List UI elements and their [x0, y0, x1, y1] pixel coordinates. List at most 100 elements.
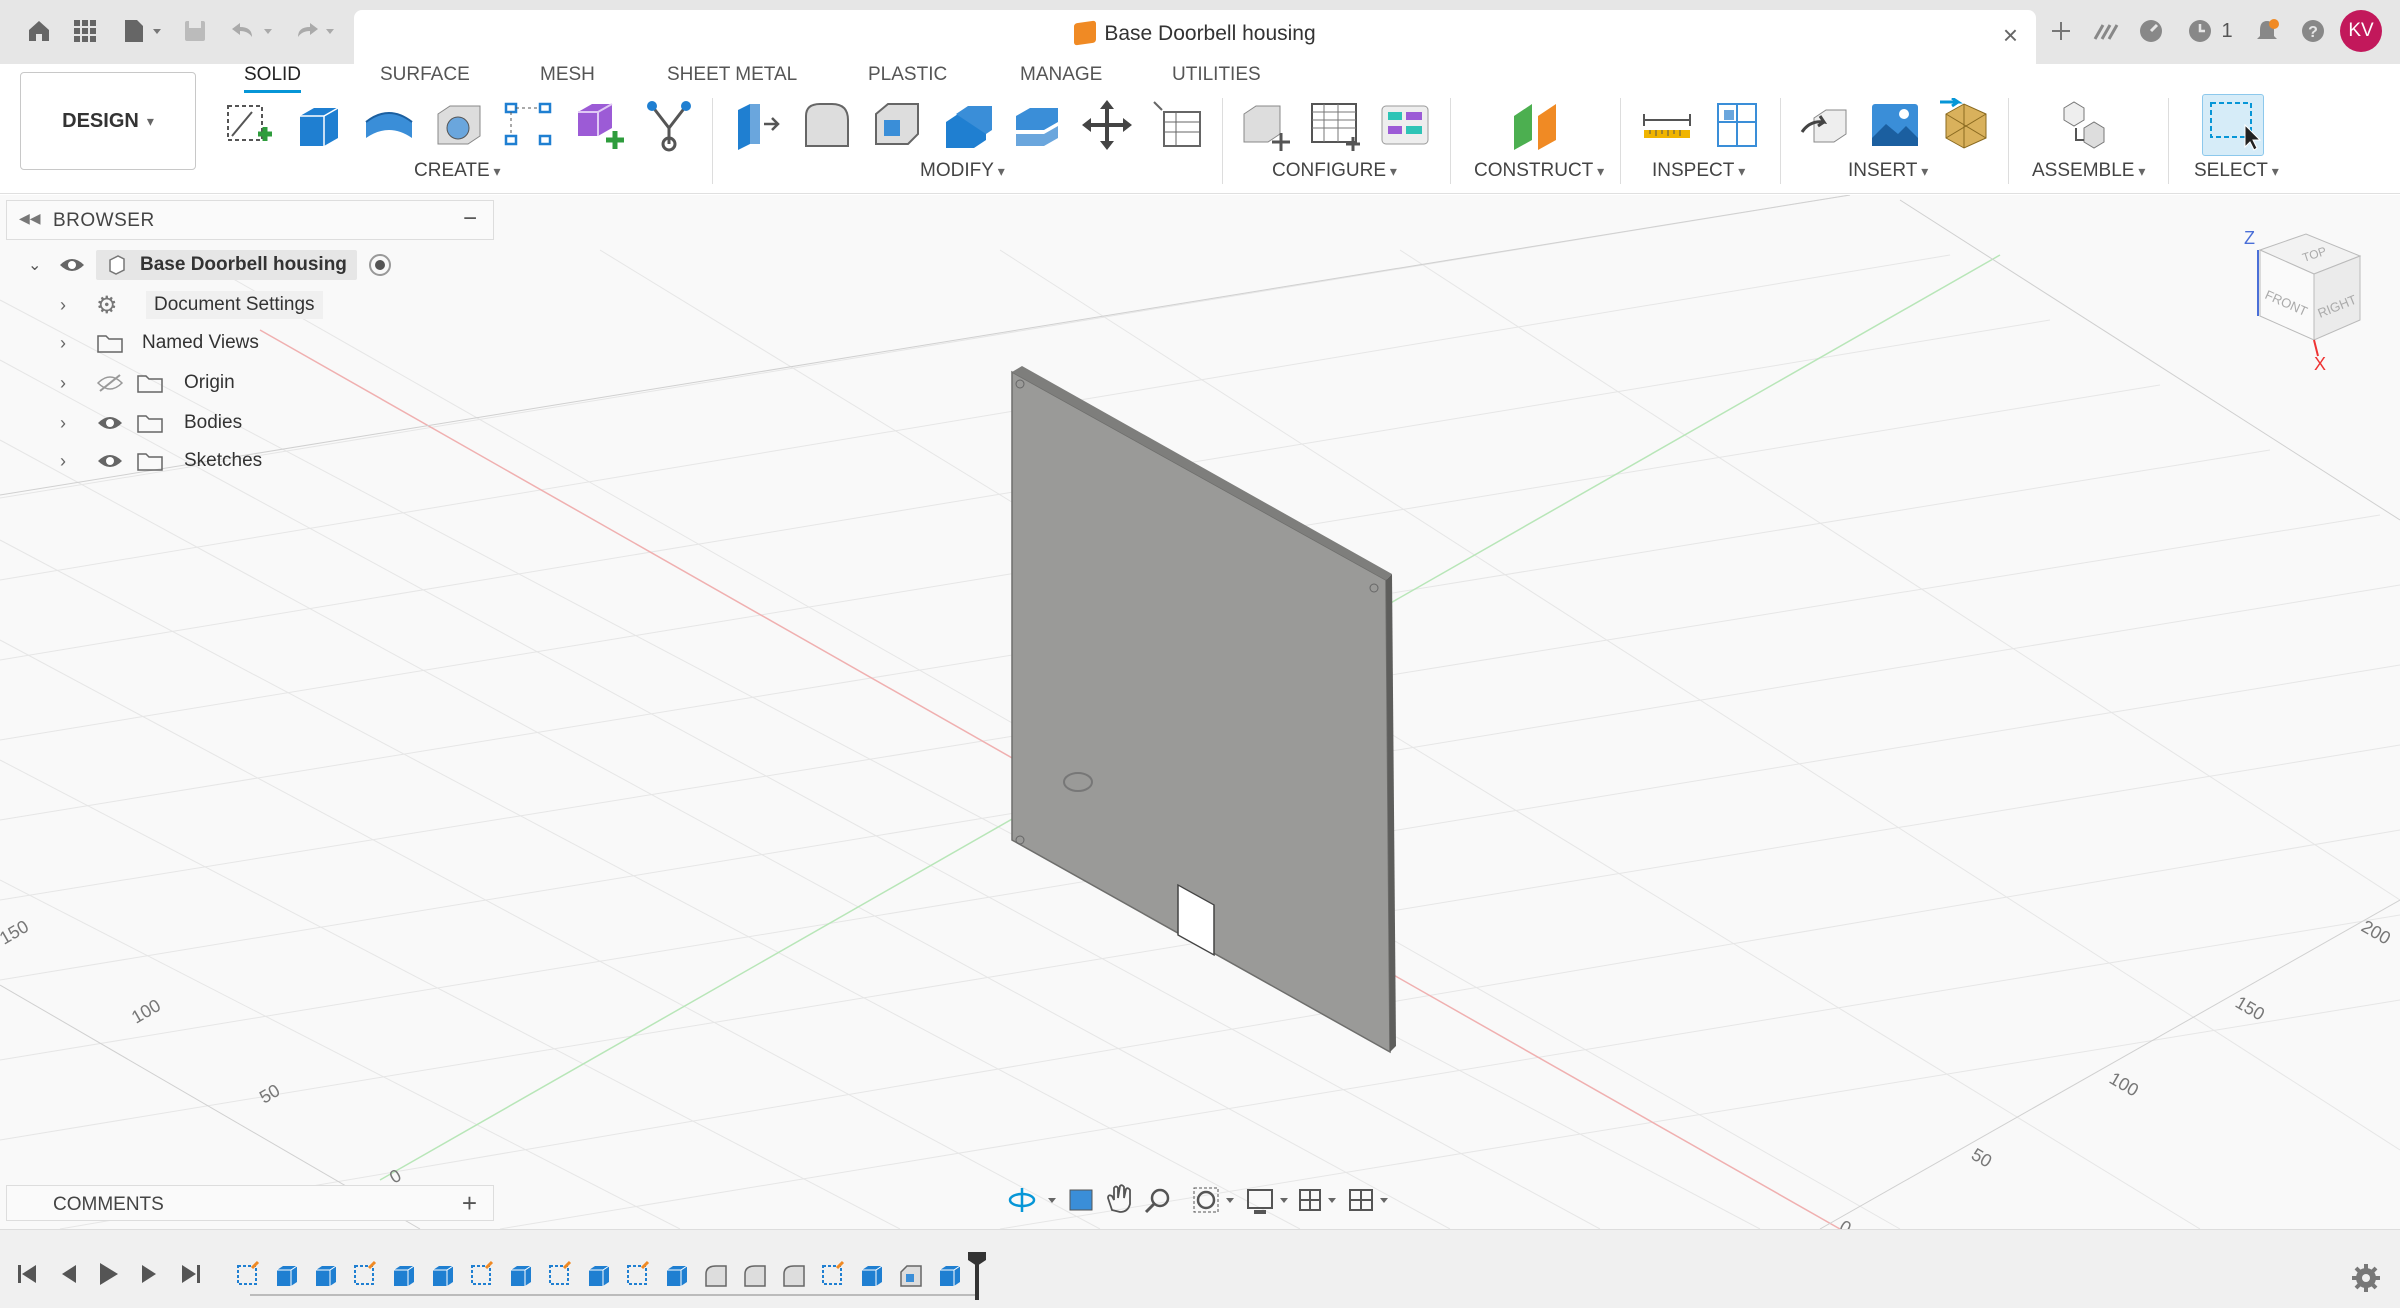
timeline-feature-extrude-icon[interactable] — [316, 1265, 337, 1286]
undo-icon[interactable] — [226, 14, 278, 48]
timeline-feature-fillet-icon[interactable] — [744, 1265, 766, 1287]
tab-plastic[interactable]: PLASTIC — [868, 64, 947, 86]
measure-icon[interactable] — [1640, 98, 1694, 152]
pan-icon[interactable] — [1107, 1184, 1131, 1213]
create-sketch-icon[interactable] — [222, 98, 276, 152]
timeline-feature-sketch-icon[interactable] — [627, 1260, 650, 1285]
eye-icon[interactable] — [96, 451, 124, 471]
insert-derive-icon[interactable] — [1798, 98, 1852, 152]
tree-item-named-views[interactable]: › Named Views — [60, 326, 259, 360]
notifications-icon[interactable] — [2250, 14, 2284, 48]
timeline-feature-extrude-icon[interactable] — [277, 1265, 298, 1286]
look-at-icon[interactable] — [1069, 1189, 1093, 1211]
move-copy-icon[interactable] — [1080, 98, 1134, 152]
chevron-right-icon[interactable]: › — [60, 413, 96, 434]
timeline-feature-chamfer-icon[interactable] — [900, 1265, 922, 1287]
timeline-marker[interactable] — [968, 1252, 986, 1300]
browser-panel-header[interactable]: ◀◀ BROWSER − — [6, 200, 494, 240]
fillet-icon[interactable] — [800, 98, 854, 152]
hole-icon[interactable] — [432, 98, 486, 152]
tree-item-sketches[interactable]: › Sketches — [60, 444, 262, 478]
online-status-icon[interactable] — [2134, 14, 2168, 48]
tab-sheet-metal[interactable]: SHEET METAL — [667, 64, 797, 86]
extrude-icon[interactable] — [292, 98, 346, 152]
workspace-switcher[interactable]: DESIGN ▾ — [20, 72, 196, 170]
orbit-icon[interactable] — [1008, 1188, 1056, 1212]
timeline-feature-fillet-icon[interactable] — [783, 1265, 805, 1287]
user-avatar[interactable]: KV — [2340, 10, 2382, 52]
group-select[interactable]: SELECT — [2194, 160, 2279, 182]
eye-icon[interactable] — [96, 413, 124, 433]
redo-icon[interactable] — [288, 14, 340, 48]
timeline-feature-sketch-icon[interactable] — [354, 1260, 377, 1285]
derive-icon[interactable] — [642, 98, 696, 152]
timeline-feature-sketch-icon[interactable] — [237, 1260, 260, 1285]
section-analysis-icon[interactable] — [1710, 98, 1764, 152]
timeline-feature-extrude-icon[interactable] — [667, 1265, 688, 1286]
new-component-icon[interactable] — [2060, 98, 2114, 152]
tab-manage[interactable]: MANAGE — [1020, 64, 1102, 86]
timeline-feature-extrude-icon[interactable] — [940, 1265, 961, 1286]
insert-canvas-icon[interactable] — [1868, 98, 1922, 152]
tab-surface[interactable]: SURFACE — [380, 64, 470, 86]
timeline-feature-extrude-icon[interactable] — [433, 1265, 454, 1286]
grid-settings-icon[interactable] — [1299, 1189, 1336, 1211]
timeline-feature-sketch-icon[interactable] — [471, 1260, 494, 1285]
save-icon[interactable] — [178, 14, 212, 48]
select-tool-icon[interactable] — [2202, 94, 2264, 156]
timeline-feature-extrude-icon[interactable] — [394, 1265, 415, 1286]
shell-icon[interactable] — [940, 98, 994, 152]
group-construct[interactable]: CONSTRUCT — [1474, 160, 1604, 182]
comments-panel[interactable]: COMMENTS + — [6, 1185, 494, 1221]
minimize-panel-button[interactable]: − — [463, 205, 477, 233]
tab-solid[interactable]: SOLID — [244, 64, 302, 93]
timeline-feature-fillet-icon[interactable] — [705, 1265, 727, 1287]
group-insert[interactable]: INSERT — [1848, 160, 1928, 182]
collapse-panel-icon[interactable]: ◀◀ — [19, 210, 41, 227]
go-to-start-icon[interactable] — [18, 1265, 36, 1283]
chevron-down-icon[interactable]: ⌄ — [28, 255, 58, 275]
timeline-feature-extrude-icon[interactable] — [511, 1265, 532, 1286]
home-icon[interactable] — [22, 14, 56, 48]
viewports-icon[interactable] — [1349, 1189, 1388, 1211]
chevron-right-icon[interactable]: › — [60, 373, 96, 394]
timeline-feature-sketch-icon[interactable] — [549, 1260, 572, 1285]
timeline-feature-extrude-icon[interactable] — [862, 1265, 883, 1286]
theme-table-icon[interactable] — [1378, 98, 1432, 152]
chevron-right-icon[interactable]: › — [60, 333, 96, 354]
offset-plane-icon[interactable] — [1510, 98, 1564, 152]
configuration-table-icon[interactable] — [1308, 98, 1362, 152]
split-body-icon[interactable] — [1010, 98, 1064, 152]
tab-mesh[interactable]: MESH — [540, 64, 595, 86]
timeline-features[interactable] — [237, 1260, 961, 1287]
group-configure[interactable]: CONFIGURE — [1272, 160, 1397, 182]
add-comment-button[interactable]: + — [462, 1188, 477, 1219]
revolve-icon[interactable] — [362, 98, 416, 152]
timeline-feature-extrude-icon[interactable] — [589, 1265, 610, 1286]
chamfer-icon[interactable] — [870, 98, 924, 152]
browser-root[interactable]: ⌄ Base Doorbell housing — [28, 248, 391, 282]
press-pull-icon[interactable] — [730, 98, 784, 152]
zoom-icon[interactable] — [1144, 1188, 1170, 1214]
fit-icon[interactable] — [1193, 1187, 1234, 1213]
configure-icon[interactable] — [1238, 98, 1292, 152]
timeline-feature-sketch-icon[interactable] — [822, 1260, 845, 1285]
go-to-end-icon[interactable] — [182, 1265, 200, 1283]
step-forward-icon[interactable] — [142, 1265, 156, 1283]
tab-utilities[interactable]: UTILITIES — [1172, 64, 1261, 86]
play-icon[interactable] — [100, 1263, 118, 1285]
group-assemble[interactable]: ASSEMBLE — [2032, 160, 2145, 182]
new-tab-icon[interactable] — [2044, 14, 2078, 48]
eye-icon[interactable] — [58, 255, 86, 275]
tree-item-bodies[interactable]: › Bodies — [60, 406, 242, 440]
display-settings-icon[interactable] — [1247, 1189, 1288, 1214]
extensions-icon[interactable] — [2090, 14, 2124, 48]
chevron-right-icon[interactable]: › — [60, 295, 96, 316]
canvas-viewport[interactable]: 150 100 50 0 200 150 100 50 0 TOP FRONT … — [0, 195, 2400, 1229]
create-form-icon[interactable] — [572, 98, 626, 152]
document-tab[interactable]: Base Doorbell housing × — [354, 10, 2036, 66]
pattern-icon[interactable] — [502, 98, 556, 152]
help-icon[interactable]: ? — [2296, 14, 2330, 48]
group-modify[interactable]: MODIFY — [920, 160, 1005, 182]
chevron-right-icon[interactable]: › — [60, 451, 96, 472]
